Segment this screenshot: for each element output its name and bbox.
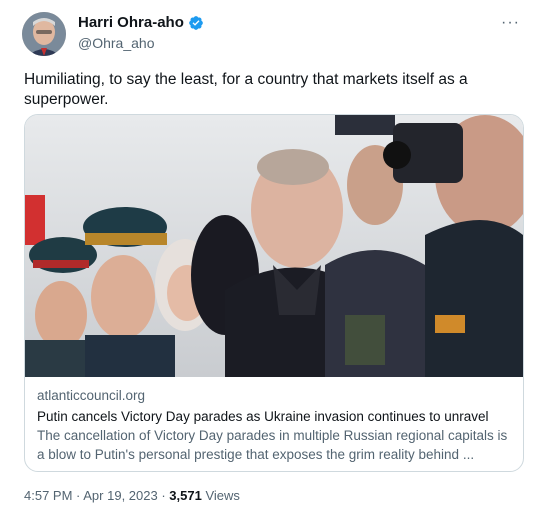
tweet-time[interactable]: 4:57 PM [24,488,72,503]
verified-badge-icon [188,15,204,31]
tweet: Harri Ohra-aho @Ohra_aho ··· Humiliating… [0,0,540,518]
tweet-meta: 4:57 PM · Apr 19, 2023 · 3,571 Views [24,488,240,503]
tweet-text: Humiliating, to say the least, for a cou… [24,71,468,108]
card-image [25,115,523,377]
author-avatar[interactable] [22,12,66,56]
link-card[interactable]: atlanticcouncil.org Putin cancels Victor… [24,114,524,472]
author-handle[interactable]: @Ohra_aho [78,35,154,51]
card-description-line-1: The cancellation of Victory Day parades … [37,428,508,443]
views-label: Views [201,488,240,503]
author-name-row: Harri Ohra-aho [78,14,204,31]
card-domain: atlanticcouncil.org [37,388,146,403]
card-body: atlanticcouncil.org Putin cancels Victor… [25,377,523,464]
card-description-line-2: a blow to Putin's personal prestige that… [37,447,475,462]
more-options-icon[interactable]: ··· [501,14,520,32]
tweet-date[interactable]: Apr 19, 2023 [83,488,157,503]
meta-separator: · [157,488,170,503]
card-title: Putin cancels Victory Day parades as Ukr… [37,409,489,424]
views-count: 3,571 [169,488,202,503]
author-display-name[interactable]: Harri Ohra-aho [78,14,184,31]
meta-separator: · [72,488,84,503]
avatar-photo [22,12,66,56]
